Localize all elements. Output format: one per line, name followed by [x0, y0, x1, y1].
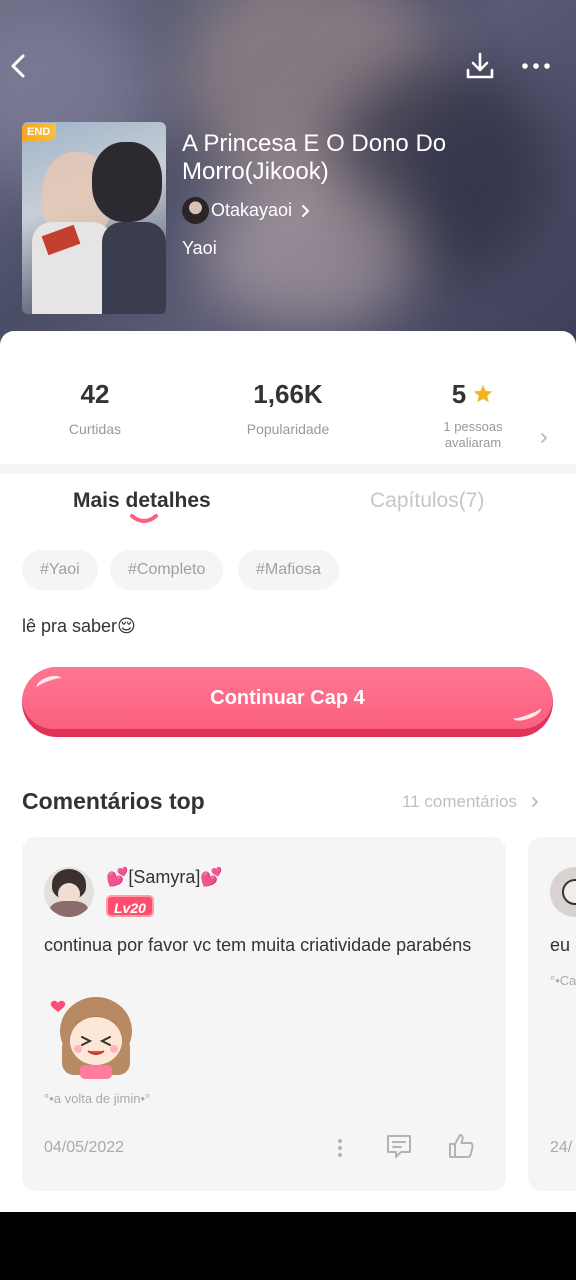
- comment-signature: °•Ca: [550, 973, 576, 988]
- comment-more-button[interactable]: [334, 1133, 346, 1168]
- book-genre: Yaoi: [182, 238, 217, 258]
- continue-reading-button[interactable]: Continuar Cap 4: [22, 667, 553, 737]
- chevron-right-icon: [529, 795, 541, 809]
- rating-label-line1: 1 pessoas: [443, 419, 503, 434]
- status-badge: END: [22, 123, 57, 141]
- tag-chip[interactable]: #Yaoi: [22, 550, 98, 590]
- more-vertical-icon: [338, 1139, 342, 1157]
- continue-reading-label: Continuar Cap 4: [210, 686, 365, 709]
- stat-likes: 42 Curtidas: [40, 379, 150, 437]
- rating-label: 1 pessoas avaliaram: [418, 419, 528, 451]
- book-title: A Princesa E O Dono Do Morro(Jikook): [182, 130, 447, 185]
- avatar[interactable]: [550, 867, 576, 917]
- rating-value: 5: [451, 379, 467, 409]
- author-avatar: [182, 197, 209, 224]
- comment-icon: [387, 1135, 411, 1158]
- chevron-right-icon: [300, 204, 312, 218]
- stat-popularity: 1,66K Popularidade: [228, 379, 348, 437]
- book-description: lê pra saber😌: [22, 616, 136, 636]
- book-cover[interactable]: [22, 122, 166, 314]
- stat-rating[interactable]: 5 1 pessoas avaliaram: [418, 379, 528, 451]
- download-icon: [466, 52, 494, 79]
- system-navigation-bar: [0, 1212, 576, 1280]
- cover-art: [102, 222, 166, 314]
- author-name: Otakayaoi: [211, 200, 293, 220]
- comment-date: 24/: [550, 1139, 573, 1156]
- comment-card[interactable]: 💕[Samyra]💕 Lv20 continua por favor vc te…: [22, 837, 506, 1191]
- comment-text: eu: [550, 935, 571, 955]
- comment-date: 04/05/2022: [44, 1139, 125, 1156]
- avatar-art: [562, 879, 576, 905]
- all-comments-link[interactable]: 11 comentários: [402, 792, 541, 812]
- avatar-art: [50, 901, 88, 917]
- rating-row: 5: [418, 379, 528, 409]
- header-blurred-background: [200, 170, 420, 330]
- rating-label-line2: avaliaram: [444, 435, 502, 450]
- likes-value: 42: [80, 379, 110, 409]
- like-button[interactable]: [446, 1131, 476, 1166]
- back-button[interactable]: [0, 46, 40, 86]
- stats-row: 42 Curtidas 1,66K Popularidade 5 1 pesso…: [0, 331, 576, 464]
- active-tab-indicator: [128, 511, 160, 532]
- thumbs-up-icon: [449, 1134, 474, 1158]
- tag-chip[interactable]: #Completo: [110, 550, 224, 590]
- comment-text: continua por favor vc tem muita criativi…: [44, 935, 472, 955]
- section-divider: [0, 464, 576, 474]
- comment-card[interactable]: eu °•Ca 24/: [528, 837, 576, 1191]
- chevron-left-icon: [11, 54, 25, 78]
- comments-count: 11 comentários: [402, 792, 517, 811]
- cover-art: [92, 142, 162, 222]
- popularity-value: 1,66K: [253, 379, 323, 409]
- avatar[interactable]: [44, 867, 94, 917]
- download-button[interactable]: [460, 46, 500, 86]
- tag-chip[interactable]: #Mafiosa: [238, 550, 339, 590]
- tab-details[interactable]: Mais detalhes: [73, 489, 211, 513]
- likes-label: Curtidas: [68, 421, 122, 437]
- more-horizontal-icon: [522, 63, 550, 69]
- comment-username[interactable]: 💕[Samyra]💕: [106, 867, 223, 888]
- level-badge: Lv20: [106, 895, 154, 917]
- details-sheet: 42 Curtidas 1,66K Popularidade 5 1 pesso…: [0, 331, 576, 1212]
- comments-section-title: Comentários top: [22, 788, 205, 814]
- reply-button[interactable]: [384, 1131, 414, 1166]
- popularity-label: Popularidade: [246, 421, 330, 437]
- chevron-right-icon[interactable]: [538, 431, 550, 450]
- comment-signature: °•a volta de jimin•°: [44, 1091, 151, 1106]
- author-link[interactable]: Otakayaoi: [182, 197, 312, 224]
- sticker-image: [50, 997, 132, 1079]
- book-header: END A Princesa E O Dono Do Morro(Jikook)…: [0, 0, 576, 360]
- star-icon: [474, 384, 493, 403]
- tab-chapters[interactable]: Capítulos(7): [370, 489, 484, 513]
- continue-reading-face: Continuar Cap 4: [22, 667, 553, 729]
- more-options-button[interactable]: [516, 46, 556, 86]
